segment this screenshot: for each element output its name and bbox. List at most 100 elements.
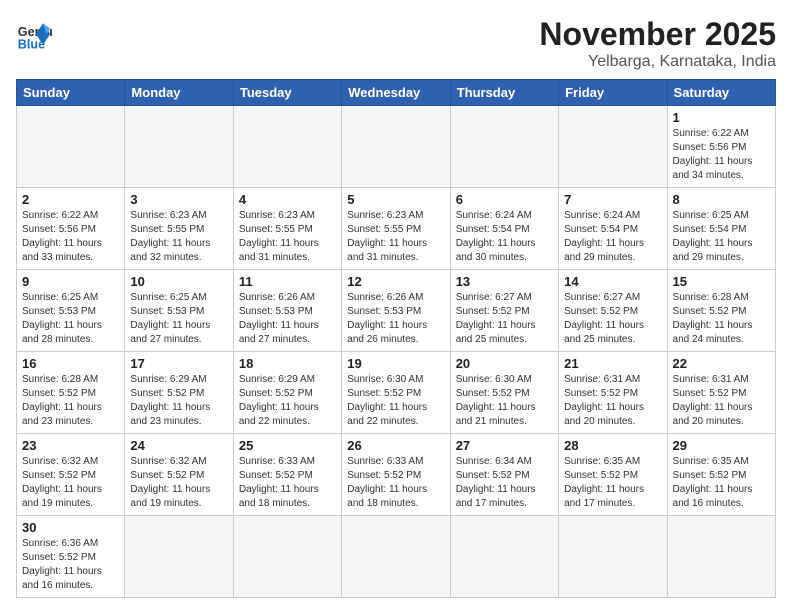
table-row: 16Sunrise: 6:28 AMSunset: 5:52 PMDayligh… — [17, 352, 125, 434]
day-number: 4 — [239, 192, 336, 207]
day-info: Sunrise: 6:25 AMSunset: 5:54 PMDaylight:… — [673, 209, 770, 265]
table-row: 2 Sunrise: 6:22 AMSunset: 5:56 PMDaylight… — [17, 188, 125, 270]
day-number: 1 — [673, 110, 770, 125]
table-row: 22 Sunrise: 6:31 AMSunset: 5:52 PMDayligh… — [667, 352, 775, 434]
day-info: Sunrise: 6:35 AMSunset: 5:52 PMDaylight:… — [564, 455, 661, 511]
day-info: Sunrise: 6:23 AMSunset: 5:55 PMDaylight:… — [239, 209, 336, 265]
day-number: 30 — [22, 520, 119, 535]
day-info: Sunrise: 6:22 AMSunset: 5:56 PMDaylight:… — [673, 127, 770, 183]
table-row: 20 Sunrise: 6:30 AMSunset: 5:52 PMDayligh… — [450, 352, 558, 434]
header-wednesday: Wednesday — [342, 80, 450, 106]
day-number: 18 — [239, 356, 336, 371]
day-number: 26 — [347, 438, 444, 453]
day-number: 20 — [456, 356, 553, 371]
day-info: Sunrise: 6:28 AMSunset: 5:52 PMDaylight:… — [22, 373, 119, 429]
day-number: 29 — [673, 438, 770, 453]
table-row: 9Sunrise: 6:25 AMSunset: 5:53 PMDaylight… — [17, 270, 125, 352]
table-row: 25 Sunrise: 6:33 AMSunset: 5:52 PMDayligh… — [233, 434, 341, 516]
table-row: 21 Sunrise: 6:31 AMSunset: 5:52 PMDayligh… — [559, 352, 667, 434]
day-info: Sunrise: 6:35 AMSunset: 5:52 PMDaylight:… — [673, 455, 770, 511]
location-title: Yelbarga, Karnataka, India — [539, 53, 776, 71]
header-sunday: Sunday — [17, 80, 125, 106]
table-row: 3 Sunrise: 6:23 AMSunset: 5:55 PMDaylight… — [125, 188, 233, 270]
day-number: 11 — [239, 274, 336, 289]
day-info: Sunrise: 6:33 AMSunset: 5:52 PMDaylight:… — [239, 455, 336, 511]
table-row — [233, 516, 341, 598]
table-row: 15 Sunrise: 6:28 AMSunset: 5:52 PMDayligh… — [667, 270, 775, 352]
table-row — [450, 106, 558, 188]
table-row: 24 Sunrise: 6:32 AMSunset: 5:52 PMDayligh… — [125, 434, 233, 516]
day-number: 21 — [564, 356, 661, 371]
table-row — [559, 106, 667, 188]
calendar-row: 16Sunrise: 6:28 AMSunset: 5:52 PMDayligh… — [17, 352, 776, 434]
table-row: 19Sunrise: 6:30 AMSunset: 5:52 PMDayligh… — [342, 352, 450, 434]
table-row: 8Sunrise: 6:25 AMSunset: 5:54 PMDaylight… — [667, 188, 775, 270]
day-info: Sunrise: 6:28 AMSunset: 5:52 PMDaylight:… — [673, 291, 770, 347]
day-info: Sunrise: 6:30 AMSunset: 5:52 PMDaylight:… — [456, 373, 553, 429]
day-info: Sunrise: 6:22 AMSunset: 5:56 PMDaylight:… — [22, 209, 119, 265]
header-friday: Friday — [559, 80, 667, 106]
table-row — [342, 516, 450, 598]
calendar-row: 2 Sunrise: 6:22 AMSunset: 5:56 PMDaylight… — [17, 188, 776, 270]
day-info: Sunrise: 6:24 AMSunset: 5:54 PMDaylight:… — [564, 209, 661, 265]
day-info: Sunrise: 6:31 AMSunset: 5:52 PMDaylight:… — [673, 373, 770, 429]
day-info: Sunrise: 6:27 AMSunset: 5:52 PMDaylight:… — [456, 291, 553, 347]
calendar: Sunday Monday Tuesday Wednesday Thursday… — [16, 79, 776, 598]
day-number: 23 — [22, 438, 119, 453]
day-info: Sunrise: 6:25 AMSunset: 5:53 PMDaylight:… — [130, 291, 227, 347]
calendar-row: 23 Sunrise: 6:32 AMSunset: 5:52 PMDayligh… — [17, 434, 776, 516]
table-row: 17Sunrise: 6:29 AMSunset: 5:52 PMDayligh… — [125, 352, 233, 434]
page-header: General Blue November 2025 Yelbarga, Kar… — [16, 16, 776, 71]
table-row: 28 Sunrise: 6:35 AMSunset: 5:52 PMDayligh… — [559, 434, 667, 516]
calendar-row: 9Sunrise: 6:25 AMSunset: 5:53 PMDaylight… — [17, 270, 776, 352]
day-info: Sunrise: 6:32 AMSunset: 5:52 PMDaylight:… — [22, 455, 119, 511]
table-row — [17, 106, 125, 188]
table-row: 5 Sunrise: 6:23 AMSunset: 5:55 PMDaylight… — [342, 188, 450, 270]
table-row: 27Sunrise: 6:34 AMSunset: 5:52 PMDayligh… — [450, 434, 558, 516]
table-row: 1 Sunrise: 6:22 AMSunset: 5:56 PMDaylight… — [667, 106, 775, 188]
day-number: 6 — [456, 192, 553, 207]
table-row — [125, 516, 233, 598]
day-info: Sunrise: 6:29 AMSunset: 5:52 PMDaylight:… — [130, 373, 227, 429]
table-row: 10 Sunrise: 6:25 AMSunset: 5:53 PMDayligh… — [125, 270, 233, 352]
day-info: Sunrise: 6:27 AMSunset: 5:52 PMDaylight:… — [564, 291, 661, 347]
day-number: 14 — [564, 274, 661, 289]
table-row — [342, 106, 450, 188]
table-row: 29 Sunrise: 6:35 AMSunset: 5:52 PMDayligh… — [667, 434, 775, 516]
day-info: Sunrise: 6:23 AMSunset: 5:55 PMDaylight:… — [130, 209, 227, 265]
day-number: 2 — [22, 192, 119, 207]
calendar-row: 1 Sunrise: 6:22 AMSunset: 5:56 PMDaylight… — [17, 106, 776, 188]
table-row: 12Sunrise: 6:26 AMSunset: 5:53 PMDayligh… — [342, 270, 450, 352]
day-number: 19 — [347, 356, 444, 371]
day-info: Sunrise: 6:32 AMSunset: 5:52 PMDaylight:… — [130, 455, 227, 511]
day-number: 3 — [130, 192, 227, 207]
day-info: Sunrise: 6:36 AMSunset: 5:52 PMDaylight:… — [22, 537, 119, 593]
table-row: 7Sunrise: 6:24 AMSunset: 5:54 PMDaylight… — [559, 188, 667, 270]
day-number: 5 — [347, 192, 444, 207]
day-info: Sunrise: 6:23 AMSunset: 5:55 PMDaylight:… — [347, 209, 444, 265]
table-row: 14 Sunrise: 6:27 AMSunset: 5:52 PMDayligh… — [559, 270, 667, 352]
calendar-row: 30 Sunrise: 6:36 AMSunset: 5:52 PMDayligh… — [17, 516, 776, 598]
day-number: 24 — [130, 438, 227, 453]
table-row: 23 Sunrise: 6:32 AMSunset: 5:52 PMDayligh… — [17, 434, 125, 516]
title-area: November 2025 Yelbarga, Karnataka, India — [539, 16, 776, 71]
day-info: Sunrise: 6:33 AMSunset: 5:52 PMDaylight:… — [347, 455, 444, 511]
day-info: Sunrise: 6:26 AMSunset: 5:53 PMDaylight:… — [239, 291, 336, 347]
logo-icon: General Blue — [16, 16, 52, 52]
table-row: 4 Sunrise: 6:23 AMSunset: 5:55 PMDaylight… — [233, 188, 341, 270]
table-row — [125, 106, 233, 188]
day-info: Sunrise: 6:31 AMSunset: 5:52 PMDaylight:… — [564, 373, 661, 429]
day-number: 15 — [673, 274, 770, 289]
day-number: 12 — [347, 274, 444, 289]
day-info: Sunrise: 6:29 AMSunset: 5:52 PMDaylight:… — [239, 373, 336, 429]
day-number: 28 — [564, 438, 661, 453]
table-row: 26 Sunrise: 6:33 AMSunset: 5:52 PMDayligh… — [342, 434, 450, 516]
table-row — [667, 516, 775, 598]
table-row: 11 Sunrise: 6:26 AMSunset: 5:53 PMDayligh… — [233, 270, 341, 352]
day-number: 25 — [239, 438, 336, 453]
header-saturday: Saturday — [667, 80, 775, 106]
table-row: 13Sunrise: 6:27 AMSunset: 5:52 PMDayligh… — [450, 270, 558, 352]
day-info: Sunrise: 6:34 AMSunset: 5:52 PMDaylight:… — [456, 455, 553, 511]
day-number: 22 — [673, 356, 770, 371]
day-number: 10 — [130, 274, 227, 289]
